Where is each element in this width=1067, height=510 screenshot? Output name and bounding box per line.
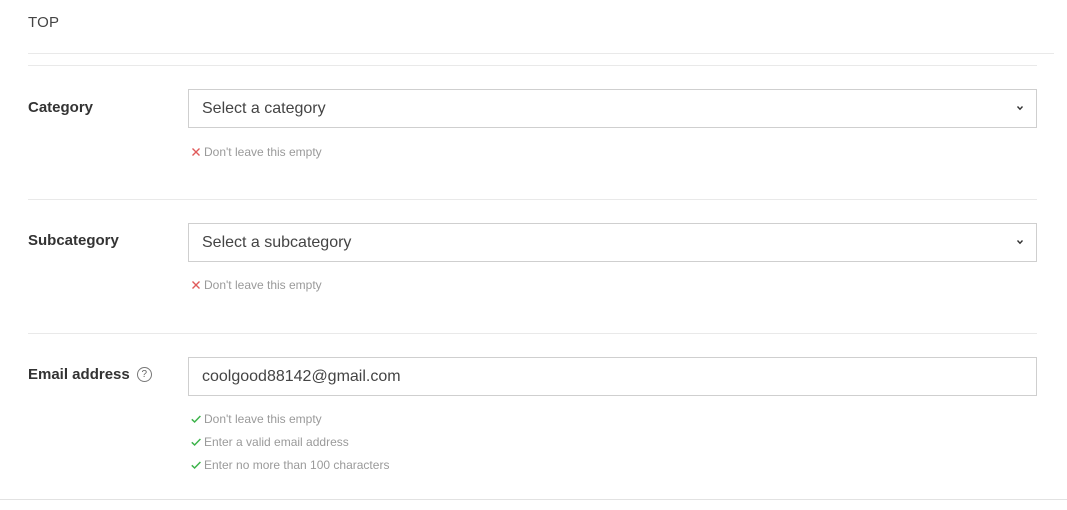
divider xyxy=(28,65,1037,66)
chevron-down-icon xyxy=(1016,106,1024,111)
check-icon xyxy=(191,461,201,470)
email-validation-text: Enter a valid email address xyxy=(204,435,349,449)
check-icon xyxy=(191,438,201,447)
category-select-value: Select a category xyxy=(202,100,326,117)
subcategory-error-text: Don't leave this empty xyxy=(204,278,322,292)
email-field[interactable]: coolgood88142@gmail.com xyxy=(188,357,1037,396)
subcategory-label: Subcategory xyxy=(28,232,119,249)
category-label: Category xyxy=(28,99,93,116)
x-icon xyxy=(192,281,200,289)
question-circle-icon[interactable]: ? xyxy=(136,367,152,382)
subcategory-select[interactable]: Select a subcategory xyxy=(188,223,1037,262)
email-label-text: Email address xyxy=(28,366,130,383)
email-validation-message: Enter no more than 100 characters xyxy=(190,458,389,472)
category-error-message: Don't leave this empty xyxy=(190,145,322,159)
subcategory-error-message: Don't leave this empty xyxy=(190,278,322,292)
subcategory-label-text: Subcategory xyxy=(28,232,119,249)
x-icon xyxy=(192,148,200,156)
email-validation-text: Enter no more than 100 characters xyxy=(204,458,390,472)
subcategory-select-value: Select a subcategory xyxy=(202,234,352,251)
email-validation-text: Don't leave this empty xyxy=(204,412,322,426)
category-label-text: Category xyxy=(28,99,94,116)
email-field-value: coolgood88142@gmail.com xyxy=(202,368,401,385)
chevron-down-icon xyxy=(1016,240,1024,245)
email-validation-message: Don't leave this empty xyxy=(190,412,322,426)
divider xyxy=(0,499,1067,500)
email-validation-message: Enter a valid email address xyxy=(190,435,349,449)
breadcrumb-top[interactable]: TOP xyxy=(28,14,59,31)
category-select[interactable]: Select a category xyxy=(188,89,1037,128)
category-error-text: Don't leave this empty xyxy=(204,145,322,159)
listing-form: TOP Category Select a category Don't lea… xyxy=(0,0,1067,510)
divider xyxy=(28,53,1054,54)
divider xyxy=(28,199,1037,200)
email-label: Email address ? xyxy=(28,366,152,383)
check-icon xyxy=(191,415,201,424)
divider xyxy=(28,333,1037,334)
